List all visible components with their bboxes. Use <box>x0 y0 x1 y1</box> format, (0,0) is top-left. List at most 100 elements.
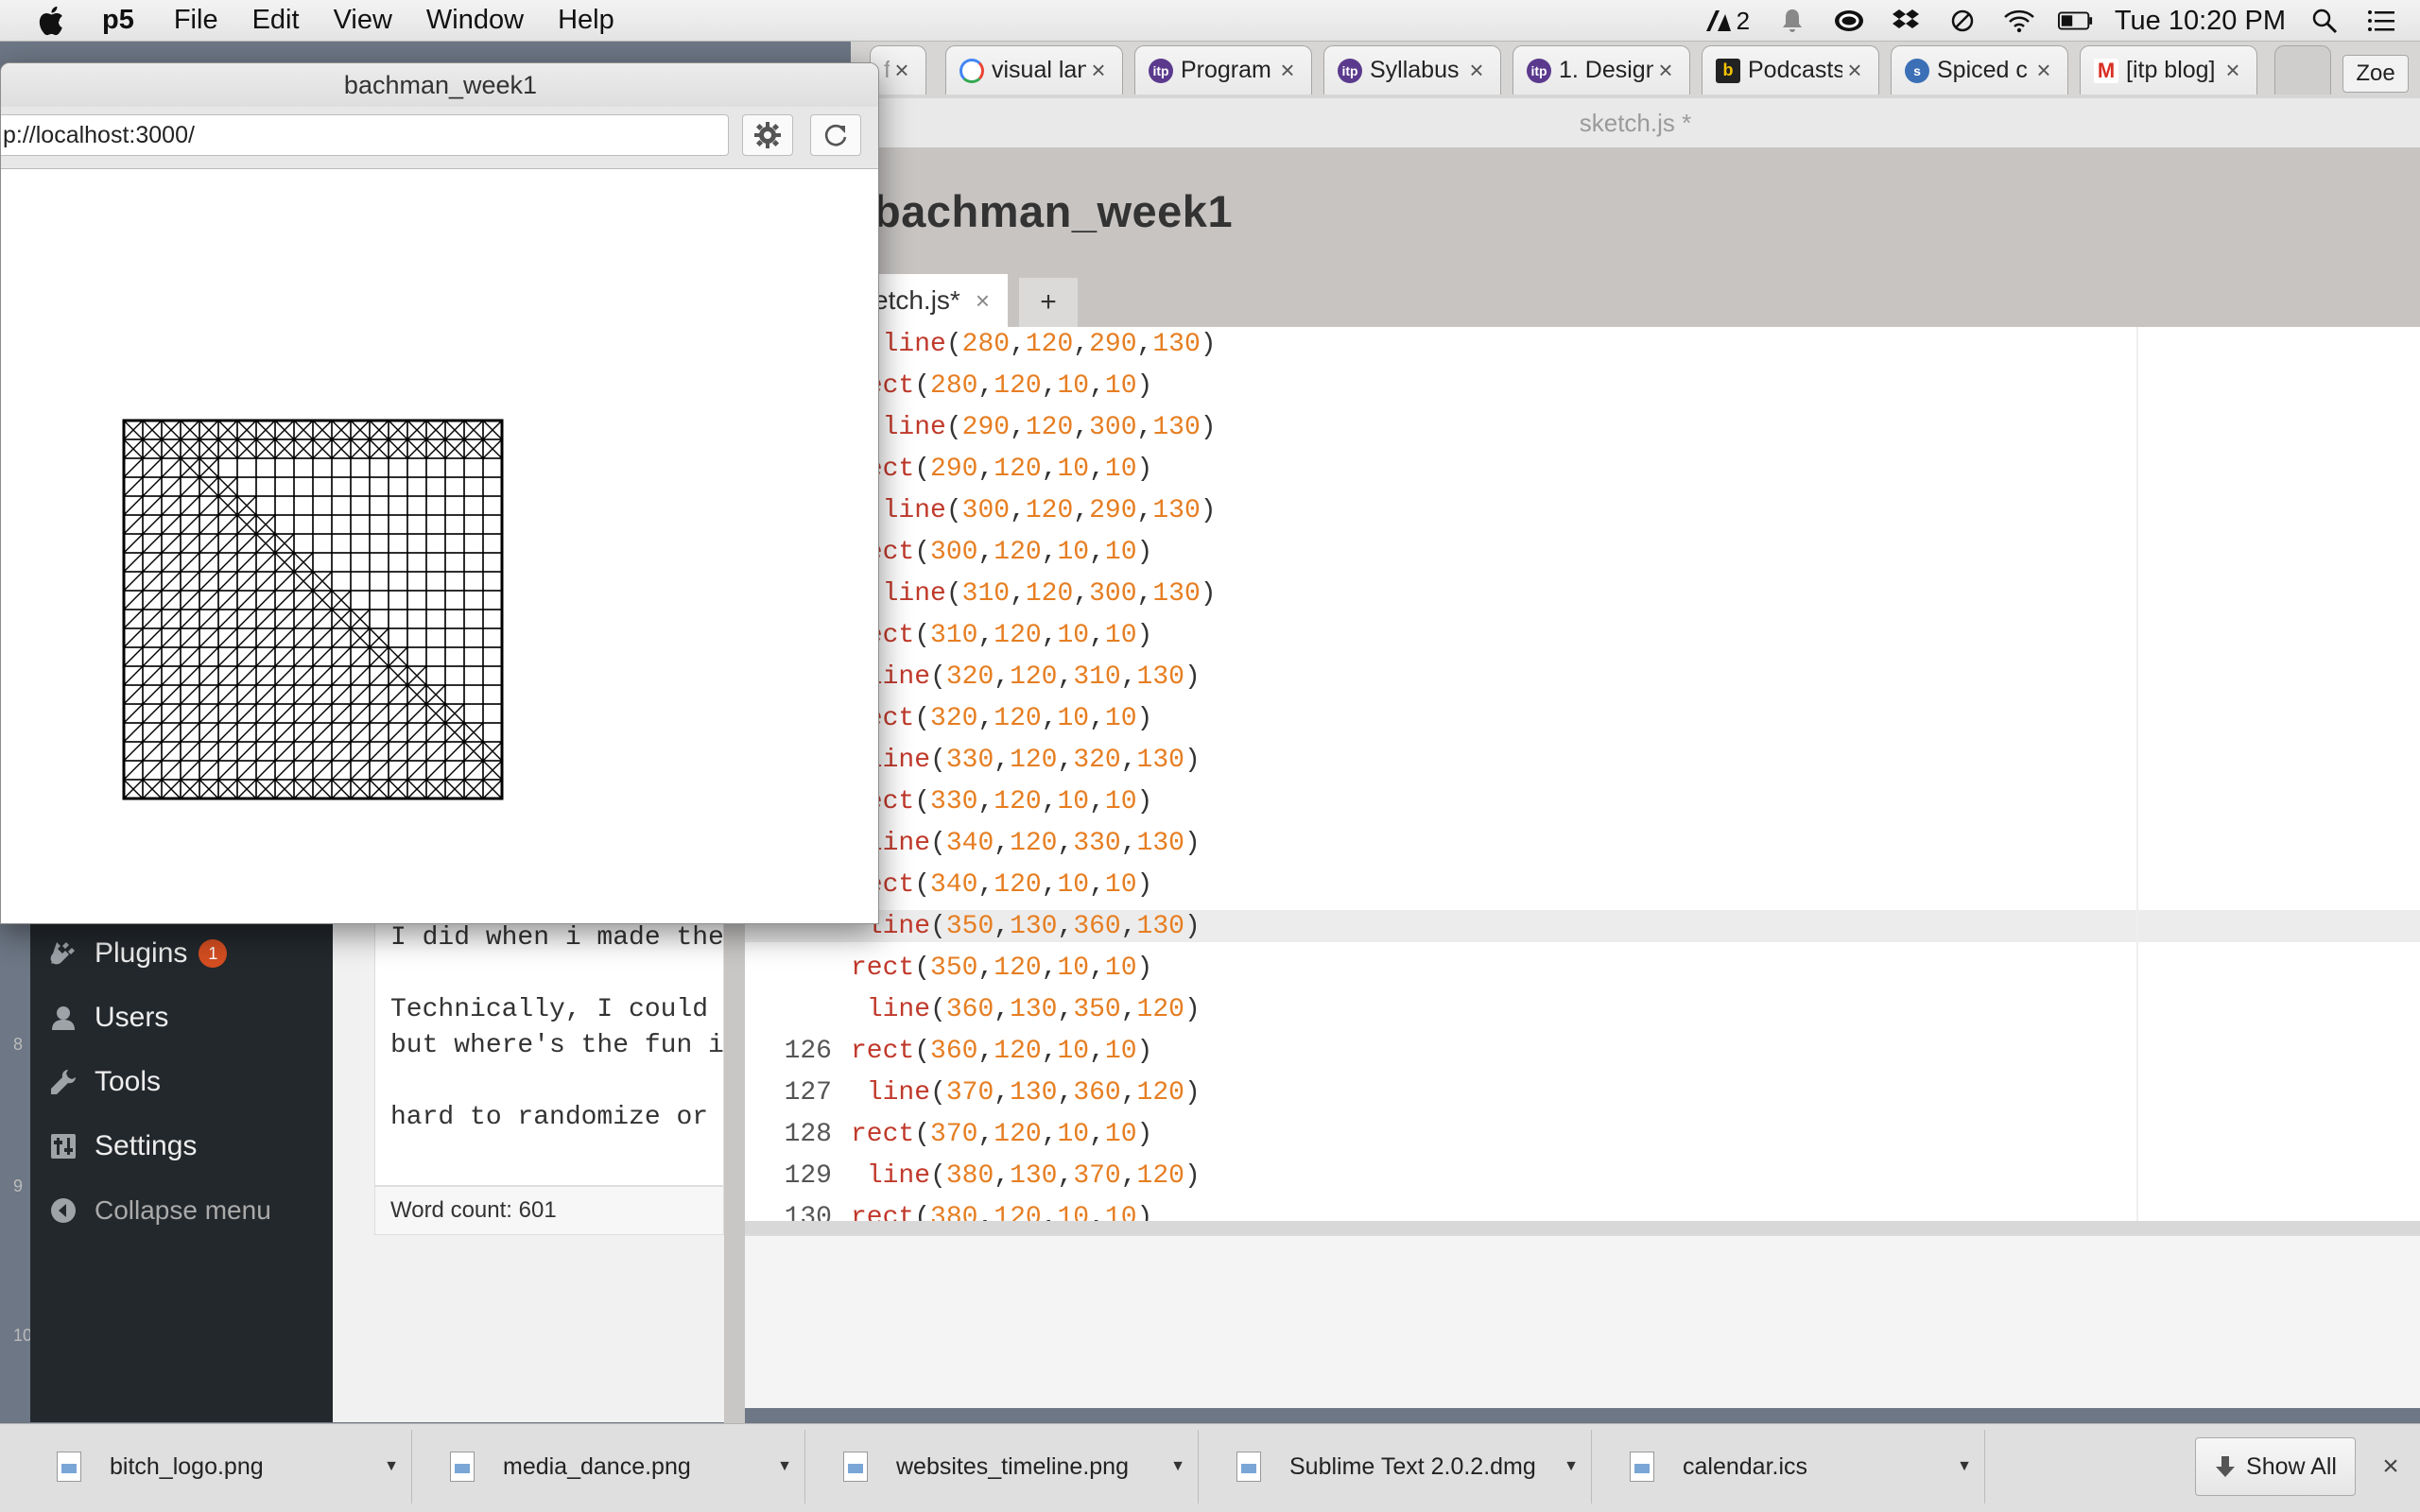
code-paren: ) <box>1136 621 1153 650</box>
creative-cloud-icon[interactable] <box>1831 7 1867 35</box>
close-icon[interactable]: × <box>890 56 914 85</box>
adobe-icon[interactable]: 2 <box>1701 7 1754 35</box>
dropbox-icon[interactable] <box>1888 7 1924 35</box>
code-paren: ( <box>930 829 946 858</box>
code-comma: , <box>1136 579 1153 609</box>
chevron-down-icon[interactable]: ▼ <box>1950 1458 1979 1475</box>
apple-icon[interactable] <box>36 4 70 38</box>
p5-canvas[interactable] <box>1 169 878 923</box>
close-icon[interactable]: × <box>1464 56 1489 85</box>
code-line[interactable]: 129 line(380,130,370,120) <box>745 1160 2420 1194</box>
code-line[interactable]: rect(280,120,10,10) <box>745 369 2420 404</box>
close-icon[interactable]: × <box>2221 56 2245 85</box>
code-line[interactable]: line(320,120,310,130) <box>745 661 2420 695</box>
code-line[interactable]: line(350,130,360,130) <box>745 910 2420 944</box>
code-number: 330 <box>1073 829 1121 858</box>
code-line[interactable]: rect(300,120,10,10) <box>745 536 2420 570</box>
code-paren: ) <box>1136 455 1153 484</box>
browser-tab[interactable]: itp Syllabus × <box>1323 45 1501 94</box>
wp-text-editor[interactable]: I did when i made the s Technically, I c… <box>374 921 724 1186</box>
code-line[interactable]: line(340,120,330,130) <box>745 827 2420 861</box>
code-comma: , <box>1041 371 1058 401</box>
wrench-icon <box>47 1066 79 1098</box>
wp-menu-settings[interactable]: Settings <box>47 1123 197 1170</box>
menu-file[interactable]: File <box>174 5 218 36</box>
code-line[interactable]: line(330,120,320,130) <box>745 744 2420 778</box>
wifi-icon[interactable] <box>2001 7 2037 35</box>
code-line[interactable]: rect(350,120,10,10) <box>745 952 2420 986</box>
browser-tab[interactable]: M [itp blog] × <box>2080 45 2257 94</box>
menu-view[interactable]: View <box>334 5 392 36</box>
wp-menu-tools[interactable]: Tools <box>47 1058 161 1106</box>
chevron-down-icon[interactable]: ▼ <box>1557 1458 1585 1475</box>
do-not-disturb-icon[interactable] <box>1945 7 1980 35</box>
code-line[interactable]: rect(330,120,10,10) <box>745 785 2420 819</box>
code-number: 370 <box>1073 1161 1121 1191</box>
bell-icon[interactable] <box>1774 7 1810 35</box>
code-line[interactable]: 127 line(370,130,360,120) <box>745 1076 2420 1110</box>
show-all-button[interactable]: Show All <box>2195 1437 2356 1496</box>
download-item[interactable]: calendar.ics ▼ <box>1603 1430 1985 1503</box>
download-item[interactable]: Sublime Text 2.0.2.dmg ▼ <box>1210 1430 1592 1503</box>
new-tab-button[interactable] <box>2274 45 2331 94</box>
wp-menu-users[interactable]: Users <box>47 994 168 1041</box>
notification-center-icon[interactable] <box>2363 7 2399 35</box>
code-line[interactable]: 128 rect(370,120,10,10) <box>745 1118 2420 1152</box>
chevron-down-icon[interactable]: ▼ <box>377 1458 406 1475</box>
wp-menu-plugins[interactable]: Plugins 1 <box>47 930 228 977</box>
code-keyword: line <box>882 579 946 609</box>
spotlight-search-icon[interactable] <box>2307 7 2342 35</box>
profile-button[interactable]: Zoe <box>2342 55 2409 93</box>
code-line[interactable]: rect(320,120,10,10) <box>745 702 2420 736</box>
code-comma: , <box>1089 621 1105 650</box>
code-line[interactable]: line(360,130,350,120) <box>745 993 2420 1027</box>
browser-tab[interactable]: visual lan × <box>945 45 1123 94</box>
menu-help[interactable]: Help <box>558 5 614 36</box>
code-paren: ( <box>930 1161 946 1191</box>
code-line[interactable]: rect(340,120,10,10) <box>745 868 2420 902</box>
battery-icon[interactable] <box>2057 7 2094 35</box>
settings-button[interactable] <box>742 114 793 156</box>
code-line[interactable]: line(310,120,300,130) <box>745 577 2420 611</box>
reload-button[interactable] <box>810 114 861 156</box>
app-name[interactable]: p5 <box>102 5 134 36</box>
browser-tab[interactable]: b Podcasts × <box>1702 45 1879 94</box>
code-paren: ) <box>1200 579 1217 609</box>
wp-collapse-menu[interactable]: Collapse menu <box>47 1187 271 1234</box>
horizontal-scrollbar[interactable] <box>745 1221 2420 1234</box>
download-item[interactable]: websites_timeline.png ▼ <box>817 1430 1199 1503</box>
code-line[interactable]: rect(310,120,10,10) <box>745 619 2420 653</box>
code-line[interactable]: line(280,120,290,130) <box>745 328 2420 362</box>
close-icon[interactable]: × <box>1842 56 1867 85</box>
url-field[interactable]: p://localhost:3000/ <box>1 114 729 156</box>
chevron-down-icon[interactable]: ▼ <box>1164 1458 1192 1475</box>
code-line[interactable]: 126 rect(360,120,10,10) <box>745 1035 2420 1069</box>
code-number: 290 <box>961 413 1011 442</box>
browser-tab[interactable]: itp Program × <box>1134 45 1312 94</box>
clock[interactable]: Tue 10:20 PM <box>2115 6 2286 37</box>
download-item[interactable]: media_dance.png ▼ <box>424 1430 805 1503</box>
itp-icon: itp <box>1149 58 1173 83</box>
preview-window-title[interactable]: bachman_week1 <box>1 63 878 107</box>
new-file-button[interactable]: + <box>1019 278 1078 327</box>
code-line[interactable]: line(300,120,290,130) <box>745 494 2420 528</box>
browser-tab[interactable]: itp 1. Design × <box>1512 45 1690 94</box>
code-number: 310 <box>1073 662 1121 692</box>
menu-edit[interactable]: Edit <box>252 5 300 36</box>
close-downloads-button[interactable]: × <box>2373 1449 2409 1485</box>
menu-window[interactable]: Window <box>426 5 524 36</box>
close-icon[interactable]: × <box>1653 56 1678 85</box>
code-line[interactable]: rect(290,120,10,10) <box>745 453 2420 487</box>
close-icon[interactable]: × <box>2031 56 2056 85</box>
close-icon[interactable]: × <box>1275 56 1300 85</box>
close-icon[interactable]: × <box>1086 56 1111 85</box>
code-line[interactable]: line(290,120,300,130) <box>745 411 2420 445</box>
download-item[interactable]: bitch_logo.png ▼ <box>30 1430 412 1503</box>
console-pane[interactable] <box>745 1234 2420 1408</box>
close-icon[interactable]: × <box>976 286 990 316</box>
code-number: 120 <box>994 371 1042 401</box>
browser-tab[interactable]: s Spiced c × <box>1891 45 2068 94</box>
chevron-down-icon[interactable]: ▼ <box>770 1458 799 1475</box>
editor-text-line: I did when i made the s <box>390 923 724 953</box>
code-line[interactable]: 130 rect(380,120,10,10) <box>745 1201 2420 1221</box>
